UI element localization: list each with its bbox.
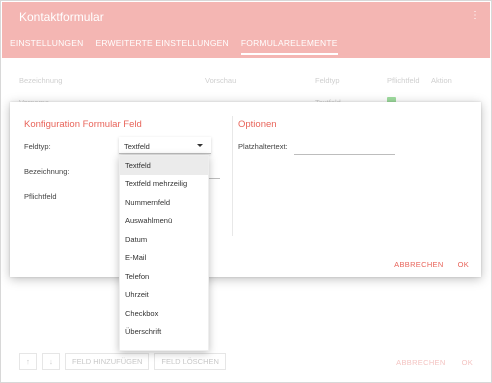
caret-down-icon [197, 144, 203, 147]
table-header: Bezeichnung Vorschau Feldtyp Pflichtfeld… [19, 73, 475, 87]
feldtyp-select-value: Textfeld [124, 142, 150, 151]
col-header-vorschau: Vorschau [205, 75, 237, 85]
app-header: Kontaktformular ⋮ EINSTELLUNGEN ERWEITER… [2, 2, 490, 58]
dialog-cancel-button[interactable]: ABBRECHEN [394, 260, 443, 269]
app-window: Kontaktformular ⋮ EINSTELLUNGEN ERWEITER… [0, 0, 492, 383]
feldtyp-dropdown-menu: Textfeld Textfeld mehrzeilig Nummernfeld… [119, 155, 209, 351]
option-nummernfeld[interactable]: Nummernfeld [120, 193, 208, 212]
option-checkbox[interactable]: Checkbox [120, 304, 208, 323]
dialog-divider [232, 116, 233, 236]
option-textfeld[interactable]: Textfeld [120, 156, 208, 175]
col-header-pflichtfeld: Pflichtfeld [387, 75, 420, 85]
option-datum[interactable]: Datum [120, 230, 208, 249]
pflichtfeld-label: Pflichtfeld [24, 192, 57, 201]
col-header-aktion: Aktion [431, 75, 452, 85]
platzhalter-input[interactable] [294, 154, 395, 155]
col-header-feldtyp: Feldtyp [315, 75, 340, 85]
move-up-button[interactable]: ↑ [19, 353, 37, 370]
feldtyp-select[interactable]: Textfeld [119, 137, 211, 154]
dialog-title: Konfiguration Formular Feld [24, 119, 142, 130]
option-telefon[interactable]: Telefon [120, 267, 208, 286]
bottom-toolbar: ↑ ↓ FELD HINZUFÜGEN FELD LÖSCHEN [19, 353, 226, 370]
page-actions: ABBRECHEN OK [396, 358, 473, 367]
platzhalter-label: Platzhaltertext: [238, 142, 288, 151]
more-menu-icon[interactable]: ⋮ [470, 11, 480, 21]
tab-erweiterte-einstellungen[interactable]: ERWEITERTE EINSTELLUNGEN [95, 38, 228, 55]
option-email[interactable]: E-Mail [120, 249, 208, 268]
app-title: Kontaktformular [19, 10, 104, 24]
bezeichnung-label: Bezeichnung: [24, 167, 70, 176]
delete-field-button[interactable]: FELD LÖSCHEN [154, 353, 226, 370]
page-ok-button[interactable]: OK [462, 358, 473, 367]
tab-bar: EINSTELLUNGEN ERWEITERTE EINSTELLUNGEN F… [10, 38, 338, 55]
dialog-actions: ABBRECHEN OK [394, 260, 469, 269]
field-config-dialog: Konfiguration Formular Feld Optionen Fel… [10, 102, 481, 277]
option-textfeld-mehrzeilig[interactable]: Textfeld mehrzeilig [120, 175, 208, 194]
tab-formularelemente[interactable]: FORMULARELEMENTE [240, 38, 338, 55]
move-down-button[interactable]: ↓ [42, 353, 60, 370]
option-auswahlmenue[interactable]: Auswahlmenü [120, 212, 208, 231]
option-ueberschrift[interactable]: Überschrift [120, 323, 208, 342]
page-cancel-button[interactable]: ABBRECHEN [396, 358, 445, 367]
options-title: Optionen [238, 119, 277, 130]
dialog-ok-button[interactable]: OK [458, 260, 469, 269]
option-uhrzeit[interactable]: Uhrzeit [120, 286, 208, 305]
col-header-bezeichnung: Bezeichnung [19, 75, 63, 85]
tab-einstellungen[interactable]: EINSTELLUNGEN [10, 38, 83, 55]
feldtyp-label: Feldtyp: [24, 142, 51, 151]
add-field-button[interactable]: FELD HINZUFÜGEN [65, 353, 150, 370]
